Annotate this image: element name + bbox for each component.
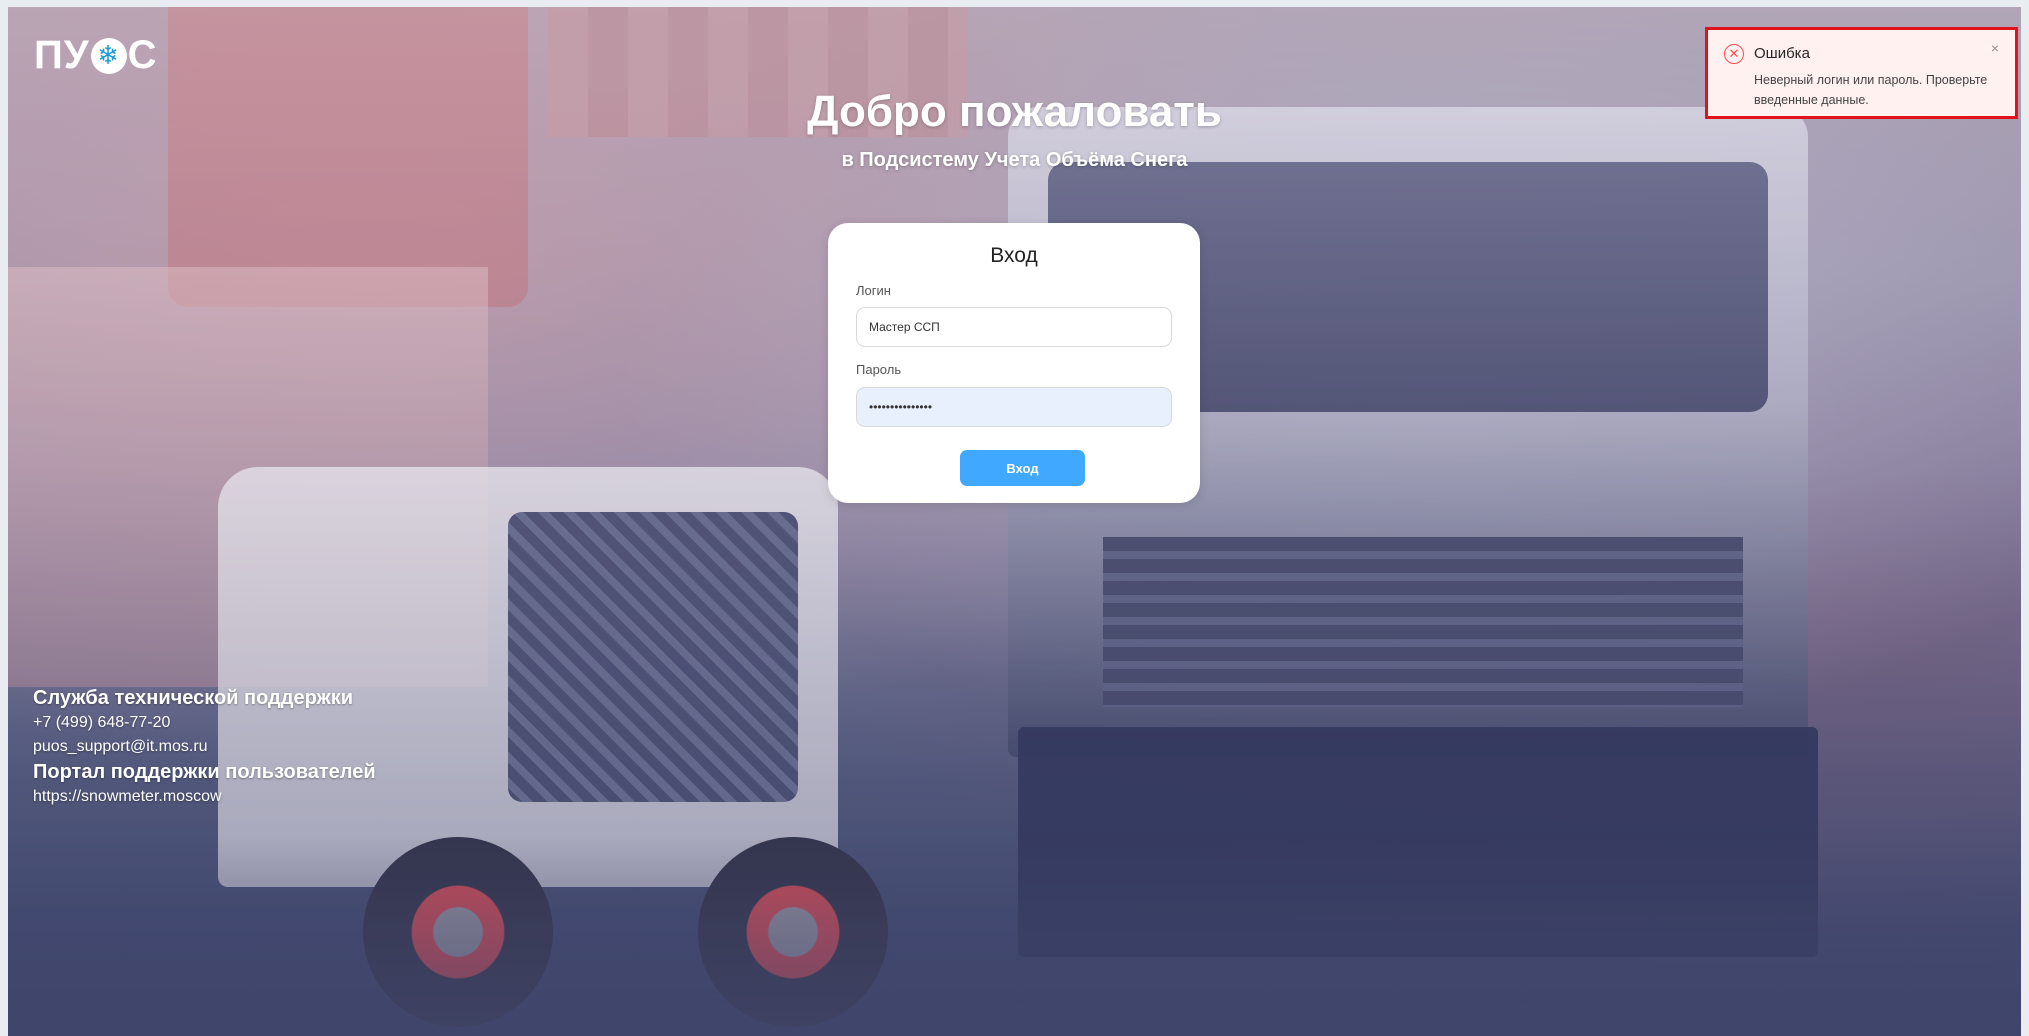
close-icon[interactable]: × — [1991, 40, 1999, 56]
support-phone[interactable]: +7 (499) 648-77-20 — [33, 711, 376, 735]
portal-link[interactable]: https://snowmeter.moscow — [33, 785, 376, 809]
logo-text-left: ПУ — [34, 33, 90, 77]
password-input[interactable] — [856, 387, 1172, 427]
snowflake-icon: ❄ — [90, 37, 127, 74]
page-background: ПУ ❄ С Добро пожаловать в Подсистему Уче… — [8, 7, 2021, 1036]
logo-text-right: С — [127, 33, 158, 77]
support-info: Служба технической поддержки +7 (499) 64… — [33, 685, 376, 809]
password-label: Пароль — [856, 362, 902, 377]
login-title: Вход — [990, 244, 1038, 267]
login-label: Логин — [856, 283, 891, 298]
app-logo: ПУ ❄ С — [34, 33, 158, 78]
notification-title: Ошибка — [1754, 45, 1810, 62]
login-card: Вход Логин Пароль Вход — [828, 223, 1200, 503]
login-input[interactable] — [856, 307, 1172, 347]
notification-message: Неверный логин или пароль. Проверьте вве… — [1754, 73, 1988, 107]
error-circle-icon: ✕ — [1724, 44, 1744, 64]
support-heading: Служба технической поддержки — [33, 687, 354, 709]
support-email[interactable]: puos_support@it.mos.ru — [33, 735, 376, 759]
welcome-subtitle: в Подсистему Учета Объёма Снега — [841, 149, 1188, 171]
error-notification: ✕ Ошибка Неверный логин или пароль. Пров… — [1705, 27, 2018, 119]
login-button[interactable]: Вход — [960, 450, 1085, 486]
portal-heading: Портал поддержки пользователей — [33, 761, 376, 783]
